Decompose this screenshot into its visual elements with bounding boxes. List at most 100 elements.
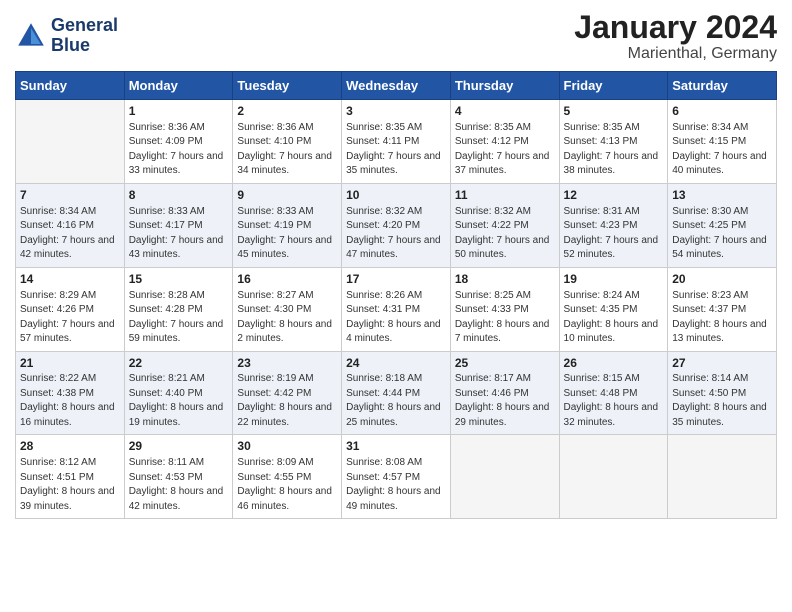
- calendar-week-row: 21Sunrise: 8:22 AMSunset: 4:38 PMDayligh…: [16, 351, 777, 435]
- calendar-cell: 15Sunrise: 8:28 AMSunset: 4:28 PMDayligh…: [124, 267, 233, 351]
- calendar-header-row: SundayMondayTuesdayWednesdayThursdayFrid…: [16, 72, 777, 100]
- calendar-cell: 2Sunrise: 8:36 AMSunset: 4:10 PMDaylight…: [233, 100, 342, 184]
- day-number: 31: [346, 438, 446, 455]
- day-detail: Sunrise: 8:33 AMSunset: 4:19 PMDaylight:…: [237, 205, 337, 263]
- calendar-cell: 13Sunrise: 8:30 AMSunset: 4:25 PMDayligh…: [668, 183, 777, 267]
- logo-icon: [15, 20, 47, 52]
- day-number: 10: [346, 187, 446, 204]
- weekday-header-monday: Monday: [124, 72, 233, 100]
- day-detail: Sunrise: 8:22 AMSunset: 4:38 PMDaylight:…: [20, 372, 120, 430]
- calendar-cell: 30Sunrise: 8:09 AMSunset: 4:55 PMDayligh…: [233, 435, 342, 519]
- calendar-week-row: 14Sunrise: 8:29 AMSunset: 4:26 PMDayligh…: [16, 267, 777, 351]
- calendar-cell: [16, 100, 125, 184]
- day-number: 5: [564, 103, 664, 120]
- weekday-header-thursday: Thursday: [450, 72, 559, 100]
- day-detail: Sunrise: 8:26 AMSunset: 4:31 PMDaylight:…: [346, 289, 446, 347]
- day-number: 18: [455, 271, 555, 288]
- calendar-cell: 5Sunrise: 8:35 AMSunset: 4:13 PMDaylight…: [559, 100, 668, 184]
- day-number: 6: [672, 103, 772, 120]
- day-number: 27: [672, 355, 772, 372]
- logo: General Blue: [15, 16, 118, 56]
- day-number: 7: [20, 187, 120, 204]
- day-detail: Sunrise: 8:30 AMSunset: 4:25 PMDaylight:…: [672, 205, 772, 263]
- calendar-cell: 10Sunrise: 8:32 AMSunset: 4:20 PMDayligh…: [342, 183, 451, 267]
- day-number: 26: [564, 355, 664, 372]
- calendar-cell: 29Sunrise: 8:11 AMSunset: 4:53 PMDayligh…: [124, 435, 233, 519]
- title-block: January 2024 Marienthal, Germany: [574, 10, 777, 63]
- calendar-cell: 1Sunrise: 8:36 AMSunset: 4:09 PMDaylight…: [124, 100, 233, 184]
- logo-text: General Blue: [51, 16, 118, 56]
- calendar-cell: 4Sunrise: 8:35 AMSunset: 4:12 PMDaylight…: [450, 100, 559, 184]
- day-detail: Sunrise: 8:28 AMSunset: 4:28 PMDaylight:…: [129, 289, 229, 347]
- calendar-cell: 9Sunrise: 8:33 AMSunset: 4:19 PMDaylight…: [233, 183, 342, 267]
- day-number: 15: [129, 271, 229, 288]
- day-number: 20: [672, 271, 772, 288]
- calendar-week-row: 7Sunrise: 8:34 AMSunset: 4:16 PMDaylight…: [16, 183, 777, 267]
- calendar-cell: 23Sunrise: 8:19 AMSunset: 4:42 PMDayligh…: [233, 351, 342, 435]
- weekday-header-friday: Friday: [559, 72, 668, 100]
- day-number: 17: [346, 271, 446, 288]
- day-detail: Sunrise: 8:35 AMSunset: 4:13 PMDaylight:…: [564, 121, 664, 179]
- calendar-cell: 19Sunrise: 8:24 AMSunset: 4:35 PMDayligh…: [559, 267, 668, 351]
- day-detail: Sunrise: 8:24 AMSunset: 4:35 PMDaylight:…: [564, 289, 664, 347]
- calendar-cell: 17Sunrise: 8:26 AMSunset: 4:31 PMDayligh…: [342, 267, 451, 351]
- day-number: 14: [20, 271, 120, 288]
- day-number: 21: [20, 355, 120, 372]
- day-number: 28: [20, 438, 120, 455]
- calendar-cell: 24Sunrise: 8:18 AMSunset: 4:44 PMDayligh…: [342, 351, 451, 435]
- day-detail: Sunrise: 8:32 AMSunset: 4:22 PMDaylight:…: [455, 205, 555, 263]
- day-number: 4: [455, 103, 555, 120]
- day-detail: Sunrise: 8:12 AMSunset: 4:51 PMDaylight:…: [20, 456, 120, 514]
- day-detail: Sunrise: 8:19 AMSunset: 4:42 PMDaylight:…: [237, 372, 337, 430]
- day-detail: Sunrise: 8:23 AMSunset: 4:37 PMDaylight:…: [672, 289, 772, 347]
- day-detail: Sunrise: 8:32 AMSunset: 4:20 PMDaylight:…: [346, 205, 446, 263]
- calendar-week-row: 28Sunrise: 8:12 AMSunset: 4:51 PMDayligh…: [16, 435, 777, 519]
- calendar-cell: 18Sunrise: 8:25 AMSunset: 4:33 PMDayligh…: [450, 267, 559, 351]
- calendar-cell: 20Sunrise: 8:23 AMSunset: 4:37 PMDayligh…: [668, 267, 777, 351]
- day-detail: Sunrise: 8:25 AMSunset: 4:33 PMDaylight:…: [455, 289, 555, 347]
- calendar-cell: [668, 435, 777, 519]
- day-detail: Sunrise: 8:11 AMSunset: 4:53 PMDaylight:…: [129, 456, 229, 514]
- day-number: 3: [346, 103, 446, 120]
- day-detail: Sunrise: 8:14 AMSunset: 4:50 PMDaylight:…: [672, 372, 772, 430]
- weekday-header-sunday: Sunday: [16, 72, 125, 100]
- day-number: 30: [237, 438, 337, 455]
- day-number: 29: [129, 438, 229, 455]
- day-number: 12: [564, 187, 664, 204]
- calendar-cell: 22Sunrise: 8:21 AMSunset: 4:40 PMDayligh…: [124, 351, 233, 435]
- day-number: 2: [237, 103, 337, 120]
- calendar-cell: 25Sunrise: 8:17 AMSunset: 4:46 PMDayligh…: [450, 351, 559, 435]
- day-detail: Sunrise: 8:17 AMSunset: 4:46 PMDaylight:…: [455, 372, 555, 430]
- weekday-header-wednesday: Wednesday: [342, 72, 451, 100]
- calendar-cell: 26Sunrise: 8:15 AMSunset: 4:48 PMDayligh…: [559, 351, 668, 435]
- day-detail: Sunrise: 8:15 AMSunset: 4:48 PMDaylight:…: [564, 372, 664, 430]
- calendar-cell: [450, 435, 559, 519]
- calendar-cell: 27Sunrise: 8:14 AMSunset: 4:50 PMDayligh…: [668, 351, 777, 435]
- calendar-cell: 8Sunrise: 8:33 AMSunset: 4:17 PMDaylight…: [124, 183, 233, 267]
- calendar-cell: 12Sunrise: 8:31 AMSunset: 4:23 PMDayligh…: [559, 183, 668, 267]
- calendar-week-row: 1Sunrise: 8:36 AMSunset: 4:09 PMDaylight…: [16, 100, 777, 184]
- calendar-cell: 28Sunrise: 8:12 AMSunset: 4:51 PMDayligh…: [16, 435, 125, 519]
- day-detail: Sunrise: 8:27 AMSunset: 4:30 PMDaylight:…: [237, 289, 337, 347]
- day-number: 9: [237, 187, 337, 204]
- calendar-cell: 31Sunrise: 8:08 AMSunset: 4:57 PMDayligh…: [342, 435, 451, 519]
- day-number: 24: [346, 355, 446, 372]
- calendar-cell: 7Sunrise: 8:34 AMSunset: 4:16 PMDaylight…: [16, 183, 125, 267]
- header: General Blue January 2024 Marienthal, Ge…: [15, 10, 777, 63]
- day-detail: Sunrise: 8:36 AMSunset: 4:10 PMDaylight:…: [237, 121, 337, 179]
- day-number: 13: [672, 187, 772, 204]
- day-number: 22: [129, 355, 229, 372]
- day-number: 19: [564, 271, 664, 288]
- day-detail: Sunrise: 8:35 AMSunset: 4:11 PMDaylight:…: [346, 121, 446, 179]
- page: General Blue January 2024 Marienthal, Ge…: [0, 0, 792, 612]
- day-detail: Sunrise: 8:35 AMSunset: 4:12 PMDaylight:…: [455, 121, 555, 179]
- day-number: 23: [237, 355, 337, 372]
- day-number: 11: [455, 187, 555, 204]
- day-detail: Sunrise: 8:09 AMSunset: 4:55 PMDaylight:…: [237, 456, 337, 514]
- calendar-cell: 21Sunrise: 8:22 AMSunset: 4:38 PMDayligh…: [16, 351, 125, 435]
- day-detail: Sunrise: 8:18 AMSunset: 4:44 PMDaylight:…: [346, 372, 446, 430]
- day-detail: Sunrise: 8:29 AMSunset: 4:26 PMDaylight:…: [20, 289, 120, 347]
- month-title: January 2024: [574, 10, 777, 45]
- day-number: 16: [237, 271, 337, 288]
- calendar-cell: 14Sunrise: 8:29 AMSunset: 4:26 PMDayligh…: [16, 267, 125, 351]
